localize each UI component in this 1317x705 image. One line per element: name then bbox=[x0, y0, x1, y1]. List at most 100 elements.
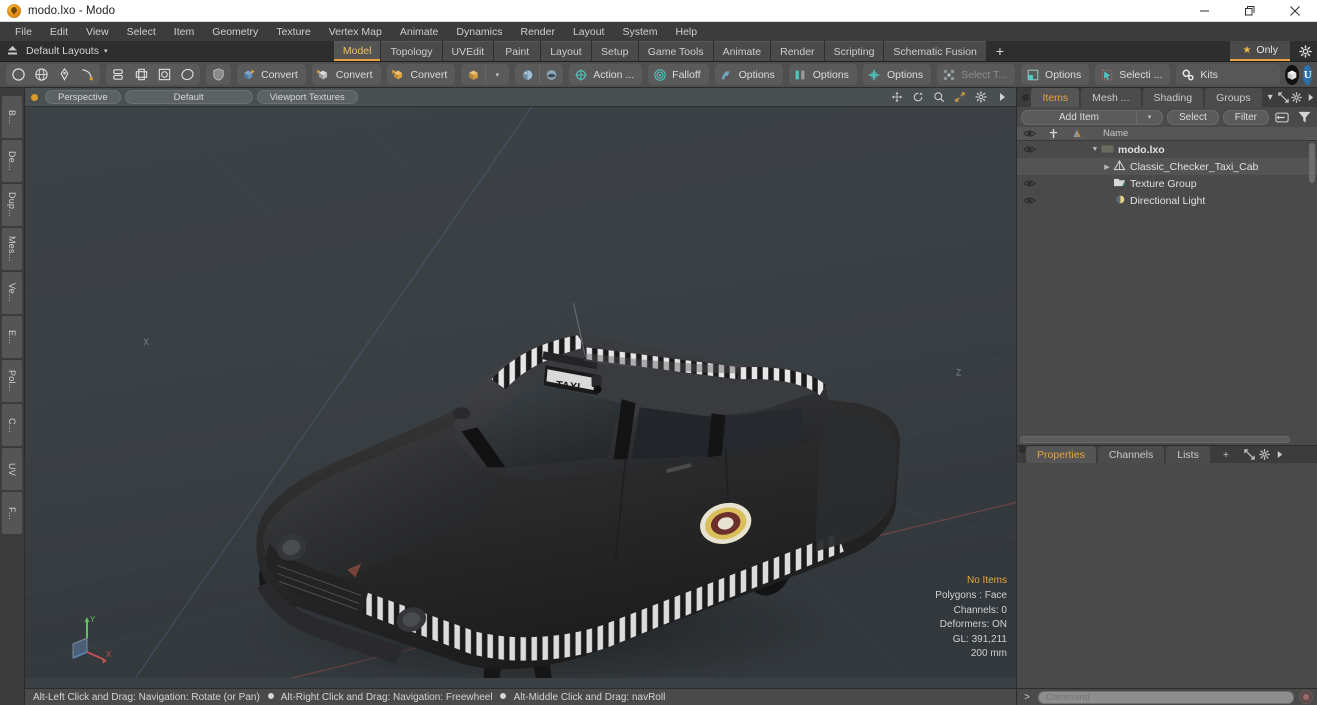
sphere-b-icon[interactable] bbox=[539, 65, 562, 84]
grid-options-button[interactable]: Options bbox=[1021, 64, 1090, 85]
rotate-icon[interactable] bbox=[909, 89, 926, 105]
layout-tab-model[interactable]: Model bbox=[333, 41, 381, 61]
cross-box-icon[interactable] bbox=[130, 65, 153, 84]
layout-tab-schematic-fusion[interactable]: Schematic Fusion bbox=[884, 41, 986, 61]
list-item[interactable]: ▼ modo.lxo bbox=[1017, 141, 1317, 158]
globe-icon[interactable] bbox=[30, 65, 53, 84]
preset-browser-icon[interactable] bbox=[1285, 64, 1300, 85]
menu-render[interactable]: Render bbox=[512, 22, 564, 41]
visibility-eye-icon[interactable] bbox=[1017, 179, 1041, 188]
collapse-icon[interactable] bbox=[1273, 110, 1291, 125]
menu-system[interactable]: System bbox=[613, 22, 666, 41]
panel-tab-lists[interactable]: Lists bbox=[1166, 446, 1210, 463]
cube-icon[interactable] bbox=[462, 65, 485, 84]
selection-sets-button[interactable]: Selecti ... bbox=[1095, 64, 1171, 85]
menu-item[interactable]: Item bbox=[165, 22, 203, 41]
convert-button-3[interactable]: Convert bbox=[386, 64, 456, 85]
items-list[interactable]: ▼ modo.lxo ▶ Classic_Checker_Taxi_Cab Te… bbox=[1017, 141, 1317, 434]
add-layout-tab-button[interactable]: + bbox=[987, 41, 1013, 61]
chevron-right-icon[interactable]: > bbox=[1021, 692, 1033, 703]
3d-viewport[interactable]: X Z TAXI No Items Polygons: Face Channe… bbox=[25, 107, 1016, 688]
workplane-options-button[interactable]: Options bbox=[862, 64, 932, 85]
filter-button[interactable]: Filter bbox=[1222, 109, 1269, 125]
layout-tab-animate[interactable]: Animate bbox=[713, 41, 771, 61]
chevron-down-icon[interactable]: ▾ bbox=[1135, 110, 1162, 124]
viewport-style-selector[interactable]: Default bbox=[124, 90, 253, 104]
symmetry-options-button[interactable]: Options bbox=[788, 64, 857, 85]
rail-tab-deform[interactable]: De... bbox=[2, 140, 22, 182]
item-row-scene[interactable]: modo.lxo bbox=[1101, 142, 1165, 157]
list-item[interactable]: Texture Group bbox=[1017, 175, 1317, 192]
chevron-down-icon[interactable]: ▾ bbox=[485, 65, 508, 84]
circle-icon[interactable] bbox=[7, 65, 30, 84]
snap-options-button[interactable]: Options bbox=[714, 64, 783, 85]
gear-icon[interactable] bbox=[1290, 88, 1303, 107]
panel-menu-dot[interactable] bbox=[1019, 88, 1031, 107]
item-row-mesh[interactable]: Classic_Checker_Taxi_Cab bbox=[1113, 159, 1258, 174]
expand-icon[interactable] bbox=[1242, 446, 1257, 463]
expand-triangle-icon[interactable]: ▶ bbox=[1101, 163, 1113, 171]
pan-icon[interactable] bbox=[888, 89, 905, 105]
menu-animate[interactable]: Animate bbox=[391, 22, 448, 41]
only-toggle-button[interactable]: ★ Only bbox=[1230, 41, 1291, 61]
gear-icon[interactable] bbox=[1257, 446, 1272, 463]
stack-icon[interactable] bbox=[107, 65, 130, 84]
panel-tab-shading[interactable]: Shading bbox=[1142, 88, 1204, 107]
layout-tab-setup[interactable]: Setup bbox=[591, 41, 638, 61]
action-center-button[interactable]: Action ... bbox=[569, 64, 643, 85]
panel-tab-mesh[interactable]: Mesh ... bbox=[1081, 88, 1141, 107]
menu-vertex-map[interactable]: Vertex Map bbox=[320, 22, 391, 41]
convert-button-1[interactable]: Convert bbox=[237, 64, 306, 85]
layout-tab-render[interactable]: Render bbox=[771, 41, 824, 61]
visibility-eye-icon[interactable] bbox=[1017, 196, 1041, 205]
add-properties-tab-button[interactable]: + bbox=[1212, 446, 1240, 463]
modo-u-icon[interactable]: U bbox=[1303, 64, 1312, 85]
layout-tab-layout[interactable]: Layout bbox=[541, 41, 591, 61]
gear-icon[interactable] bbox=[972, 89, 989, 105]
item-row-directional-light[interactable]: Directional Light bbox=[1113, 194, 1205, 208]
rail-tab-vertex[interactable]: Ve... bbox=[2, 272, 22, 314]
visibility-eye-icon[interactable] bbox=[1017, 145, 1041, 154]
close-icon[interactable] bbox=[1272, 0, 1317, 22]
list-item[interactable]: ▶ Classic_Checker_Taxi_Cab bbox=[1017, 158, 1317, 175]
items-horizontal-scrollbar[interactable] bbox=[1020, 436, 1290, 443]
panel-tab-properties[interactable]: Properties bbox=[1026, 446, 1096, 463]
chevron-right-icon[interactable] bbox=[1304, 88, 1317, 107]
list-item[interactable]: Directional Light bbox=[1017, 192, 1317, 209]
funnel-icon[interactable] bbox=[1295, 110, 1313, 125]
record-icon[interactable] bbox=[1299, 690, 1313, 704]
menu-geometry[interactable]: Geometry bbox=[203, 22, 267, 41]
rail-tab-edge[interactable]: E... bbox=[2, 316, 22, 358]
viewport-projection-selector[interactable]: Perspective bbox=[45, 90, 121, 104]
kits-button[interactable]: Kits bbox=[1176, 64, 1281, 85]
menu-dynamics[interactable]: Dynamics bbox=[447, 22, 511, 41]
select-button[interactable]: Select bbox=[1166, 109, 1219, 125]
add-item-button[interactable]: Add Item ▾ bbox=[1021, 109, 1163, 125]
menu-edit[interactable]: Edit bbox=[41, 22, 77, 41]
default-layouts-dropdown[interactable]: Default Layouts ▾ bbox=[24, 41, 117, 61]
layout-tab-scripting[interactable]: Scripting bbox=[824, 41, 884, 61]
layout-tab-game-tools[interactable]: Game Tools bbox=[638, 41, 713, 61]
layout-tab-topology[interactable]: Topology bbox=[381, 41, 442, 61]
panel-tab-channels[interactable]: Channels bbox=[1097, 446, 1165, 463]
rail-tab-mesh-edit[interactable]: Mes... bbox=[2, 228, 22, 270]
falloff-button[interactable]: Falloff bbox=[648, 64, 709, 85]
menu-view[interactable]: View bbox=[77, 22, 118, 41]
pen-icon[interactable] bbox=[53, 65, 76, 84]
zoom-icon[interactable] bbox=[930, 89, 947, 105]
command-input[interactable] bbox=[1038, 690, 1294, 704]
rail-tab-fusion[interactable]: F... bbox=[2, 492, 22, 534]
panel-tab-items[interactable]: Items bbox=[1031, 88, 1080, 107]
chevron-down-icon[interactable]: ▾ bbox=[1264, 88, 1277, 107]
properties-panel-body[interactable] bbox=[1017, 463, 1317, 688]
rail-tab-curve[interactable]: C... bbox=[2, 404, 22, 446]
viewport-textures-selector[interactable]: Viewport Textures bbox=[256, 90, 358, 104]
menu-file[interactable]: File bbox=[6, 22, 41, 41]
gear-icon[interactable] bbox=[1293, 41, 1317, 61]
panel-tab-groups[interactable]: Groups bbox=[1205, 88, 1262, 107]
menu-layout[interactable]: Layout bbox=[564, 22, 614, 41]
home-eject-icon[interactable] bbox=[0, 41, 24, 61]
ellipse-icon[interactable] bbox=[176, 65, 199, 84]
expand-triangle-icon[interactable]: ▼ bbox=[1089, 146, 1101, 153]
properties-menu-dot[interactable] bbox=[1019, 446, 1026, 463]
